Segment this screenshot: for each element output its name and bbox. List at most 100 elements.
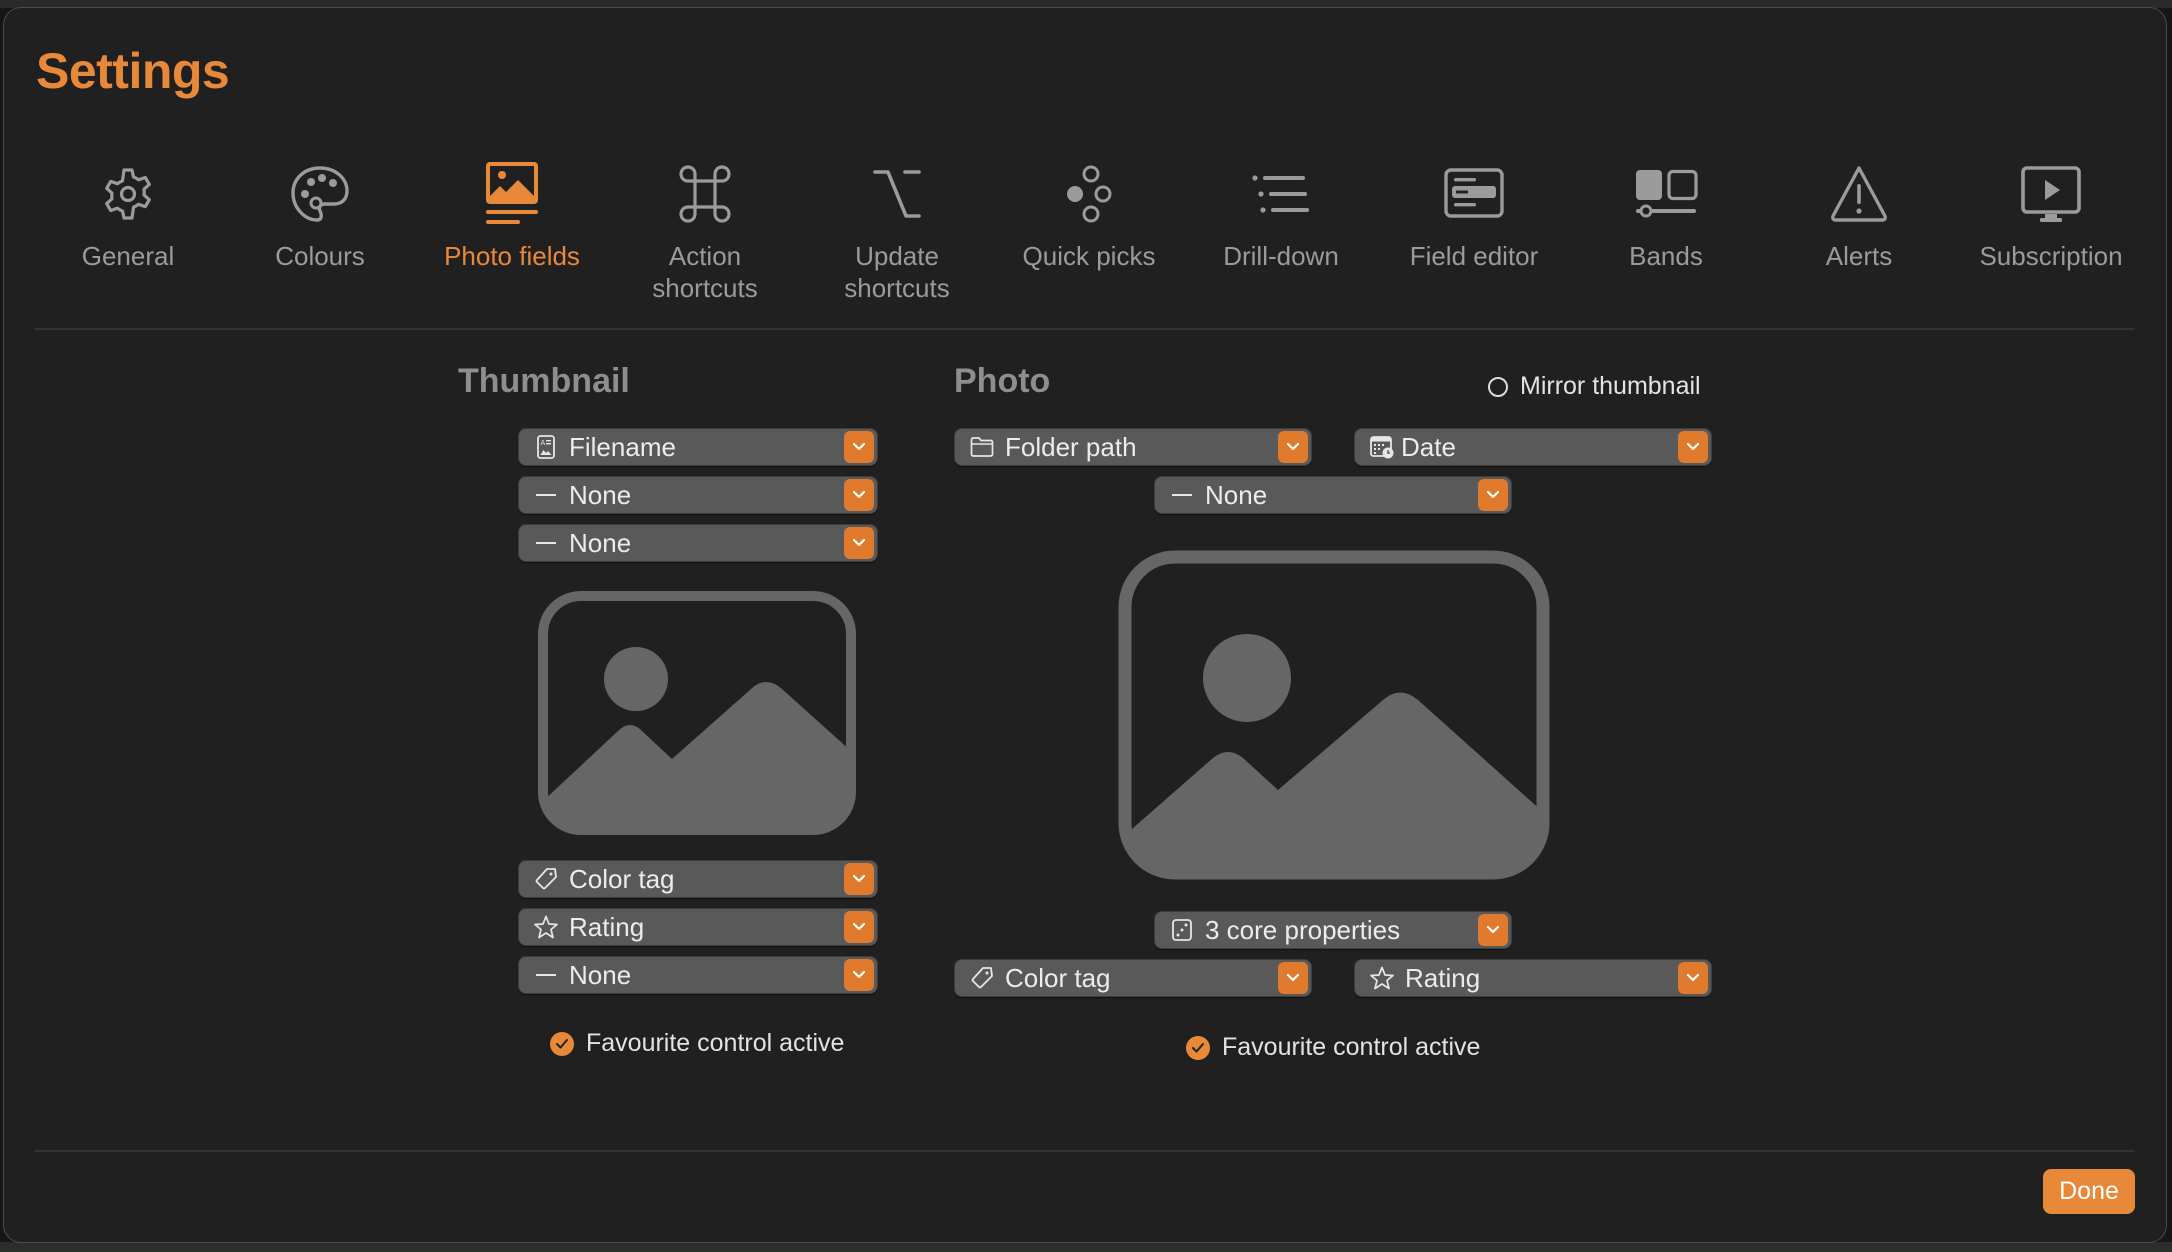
photo-favourite-checkbox[interactable]: Favourite control active bbox=[1186, 1033, 1480, 1062]
thumbnail-field-6-dropdown[interactable]: None bbox=[518, 956, 878, 994]
photo-fields-icon bbox=[486, 162, 538, 224]
tab-bands[interactable]: Bands bbox=[1576, 158, 1756, 272]
palette-icon bbox=[291, 166, 349, 222]
mirror-thumbnail-radio[interactable]: Mirror thumbnail bbox=[1488, 372, 1701, 401]
tab-label: Field editor bbox=[1409, 241, 1539, 271]
photo-placeholder-image bbox=[1118, 550, 1550, 880]
tab-field-editor[interactable]: Field editor bbox=[1384, 158, 1564, 272]
tag-icon bbox=[971, 967, 993, 989]
star-icon bbox=[534, 915, 558, 939]
chevron-down-icon bbox=[844, 527, 874, 559]
dropdown-value: Folder path bbox=[1005, 431, 1137, 462]
thumbnail-favourite-checkbox[interactable]: Favourite control active bbox=[550, 1029, 844, 1058]
photo-top-center-dropdown[interactable]: None bbox=[1154, 476, 1512, 514]
chevron-down-icon bbox=[1678, 431, 1708, 463]
gear-icon bbox=[105, 168, 151, 220]
filename-icon: A bbox=[537, 435, 555, 459]
field-editor-icon bbox=[1444, 168, 1504, 218]
tab-label-line1: Update bbox=[855, 241, 939, 271]
checkbox-label: Favourite control active bbox=[1222, 1033, 1481, 1061]
tab-label-line1: Action bbox=[668, 241, 742, 271]
tab-label: Colours bbox=[275, 241, 365, 271]
thumbnail-field-4-dropdown[interactable]: Color tag bbox=[518, 860, 878, 898]
tab-label: Drill-down bbox=[1223, 241, 1339, 271]
tab-colours[interactable]: Colours bbox=[230, 158, 410, 272]
tab-alerts[interactable]: Alerts bbox=[1769, 158, 1949, 272]
checkbox-label: Favourite control active bbox=[586, 1029, 845, 1057]
chevron-down-icon bbox=[1278, 962, 1308, 994]
chevron-down-icon bbox=[1278, 431, 1308, 463]
command-icon bbox=[679, 165, 731, 223]
photo-bottom-right-dropdown[interactable]: Rating bbox=[1354, 959, 1712, 997]
tab-label-line2: shortcuts bbox=[844, 273, 950, 303]
thumbnail-field-2-dropdown[interactable]: None bbox=[518, 476, 878, 514]
dropdown-value: None bbox=[569, 527, 632, 558]
tab-general[interactable]: General bbox=[38, 158, 218, 272]
dropdown-value: Color tag bbox=[1005, 962, 1111, 993]
dice-icon bbox=[1172, 919, 1192, 941]
dash-icon bbox=[536, 494, 556, 496]
chevron-down-icon bbox=[1478, 479, 1508, 511]
tab-label: General bbox=[81, 241, 175, 271]
page-title: Settings bbox=[36, 43, 230, 99]
photo-heading: Photo bbox=[954, 362, 1051, 400]
dropdown-value: None bbox=[569, 959, 632, 990]
chevron-down-icon bbox=[844, 911, 874, 943]
radio-circle-icon bbox=[1488, 376, 1508, 397]
thumbnail-heading: Thumbnail bbox=[458, 362, 630, 400]
dash-icon bbox=[536, 974, 556, 976]
thumbnail-placeholder-image bbox=[538, 591, 856, 835]
tab-label-line2: shortcuts bbox=[652, 273, 758, 303]
dropdown-value: None bbox=[1205, 479, 1268, 510]
tab-subscription[interactable]: Subscription bbox=[1961, 158, 2141, 272]
tag-icon bbox=[535, 868, 557, 890]
tab-update-shortcuts[interactable]: Update shortcuts bbox=[807, 158, 987, 304]
radio-label: Mirror thumbnail bbox=[1520, 372, 1701, 400]
option-key-icon bbox=[873, 170, 921, 218]
bands-icon bbox=[1636, 169, 1698, 218]
dropdown-value: Rating bbox=[1405, 962, 1481, 993]
tab-photo-fields[interactable]: Photo fields bbox=[422, 158, 602, 272]
dash-icon bbox=[1172, 494, 1192, 496]
settings-tabs: General Colours Photo fields Action shor… bbox=[4, 158, 2168, 328]
background-content-strip bbox=[0, 1242, 2172, 1252]
done-button[interactable]: Done bbox=[2043, 1169, 2135, 1214]
thumbnail-field-1-dropdown[interactable]: A Filename bbox=[518, 428, 878, 466]
calendar-clock-icon bbox=[1370, 436, 1394, 459]
photo-bottom-center-dropdown[interactable]: 3 core properties bbox=[1154, 911, 1512, 949]
folder-icon bbox=[970, 437, 994, 457]
dropdown-value: None bbox=[569, 479, 632, 510]
tab-label: Quick picks bbox=[1022, 241, 1156, 271]
settings-window: Settings General Colours Photo fields Ac… bbox=[3, 7, 2167, 1243]
tab-quick-picks[interactable]: Quick picks bbox=[999, 158, 1179, 272]
dash-icon bbox=[536, 542, 556, 544]
tab-drill-down[interactable]: Drill-down bbox=[1191, 158, 1371, 272]
thumbnail-field-3-dropdown[interactable]: None bbox=[518, 524, 878, 562]
dropdown-value: Filename bbox=[569, 431, 676, 462]
thumbnail-field-5-dropdown[interactable]: Rating bbox=[518, 908, 878, 946]
quick-picks-icon bbox=[1067, 165, 1112, 223]
footer-divider bbox=[35, 1150, 2135, 1152]
checkmark-icon bbox=[1186, 1035, 1210, 1060]
star-icon bbox=[1370, 966, 1394, 990]
list-indent-icon bbox=[1252, 175, 1309, 213]
tab-label: Subscription bbox=[1979, 241, 2123, 271]
tab-action-shortcuts[interactable]: Action shortcuts bbox=[615, 158, 795, 304]
dropdown-value: Color tag bbox=[569, 863, 675, 894]
svg-text:A: A bbox=[541, 440, 546, 447]
tab-label: Bands bbox=[1629, 241, 1703, 271]
chevron-down-icon bbox=[844, 431, 874, 463]
tab-label: Photo fields bbox=[444, 241, 580, 271]
photo-top-left-dropdown[interactable]: Folder path bbox=[954, 428, 1312, 466]
chevron-down-icon bbox=[844, 959, 874, 991]
tab-label: Alerts bbox=[1825, 241, 1893, 271]
chevron-down-icon bbox=[1478, 914, 1508, 946]
tabs-divider bbox=[35, 328, 2135, 330]
display-play-icon bbox=[2021, 166, 2081, 222]
photo-top-right-dropdown[interactable]: Date bbox=[1354, 428, 1712, 466]
chevron-down-icon bbox=[844, 863, 874, 895]
photo-bottom-left-dropdown[interactable]: Color tag bbox=[954, 959, 1312, 997]
warning-triangle-icon bbox=[1831, 166, 1887, 222]
dropdown-value: Rating bbox=[569, 911, 645, 942]
chevron-down-icon bbox=[1678, 962, 1708, 994]
